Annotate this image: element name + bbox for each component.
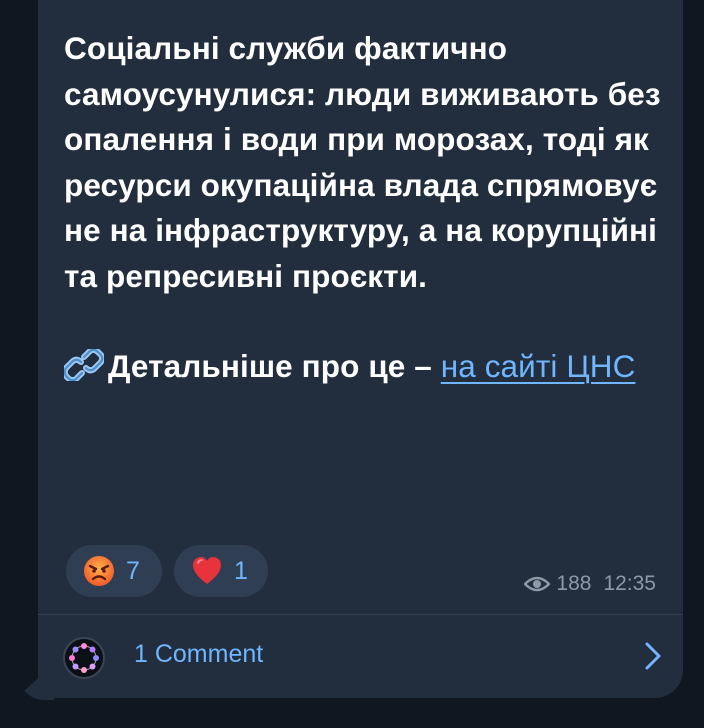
- views-count: 188: [556, 572, 592, 595]
- angry-face-emoji: [84, 556, 114, 586]
- more-details-line: Детальніше про це – на сайті ЦНС: [64, 344, 664, 390]
- reaction-angry-count: 7: [126, 556, 140, 585]
- message-paragraph: Соціальні служби фактично самоусунулися:…: [64, 30, 661, 294]
- message-time: 12:35: [603, 572, 656, 595]
- message-meta: 188 12:35: [524, 572, 656, 596]
- chevron-right-icon: [645, 642, 661, 670]
- cns-site-link[interactable]: на сайті ЦНС: [441, 348, 636, 384]
- comments-count-label: 1 Comment: [134, 640, 264, 668]
- reaction-heart[interactable]: 1: [174, 545, 268, 597]
- reaction-angry[interactable]: 7: [66, 545, 162, 597]
- comments-button[interactable]: 1 Comment: [38, 615, 683, 697]
- link-icon: [64, 349, 104, 381]
- message-text: Соціальні служби фактично самоусунулися:…: [64, 26, 664, 390]
- commenter-avatar: [63, 637, 105, 679]
- reaction-heart-count: 1: [234, 556, 248, 585]
- red-heart-emoji: [193, 557, 221, 584]
- eye-icon: [524, 576, 551, 592]
- more-details-prefix: Детальніше про це –: [108, 348, 441, 384]
